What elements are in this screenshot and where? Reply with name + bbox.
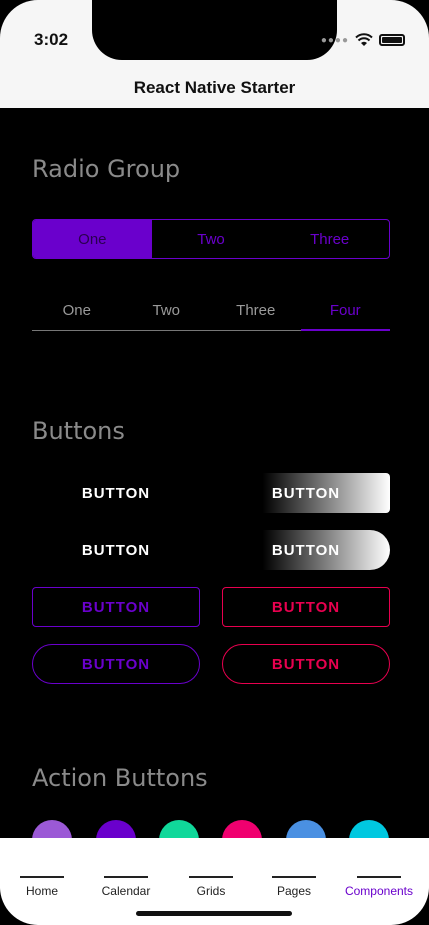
tabbar-item-pages[interactable]: Pages <box>254 838 334 898</box>
plain-button[interactable]: BUTTON <box>32 473 200 513</box>
underline-tabs: One Two Three Four <box>32 291 390 331</box>
status-time: 3:02 <box>34 30 69 49</box>
outline-purple-rounded-button[interactable]: BUTTON <box>32 644 200 684</box>
tabbar-item-home[interactable]: Home <box>2 838 82 898</box>
page-title: React Native Starter <box>133 78 296 97</box>
signal-icon: ●●●● <box>320 34 349 46</box>
nav-header: 3:02 ●●●● React Native Starter <box>0 0 429 108</box>
segment-two[interactable]: Two <box>152 220 271 258</box>
segment-one[interactable]: One <box>33 220 152 258</box>
status-icons: ●●●● <box>321 33 405 47</box>
tabbar-label-calendar: Calendar <box>101 884 151 898</box>
tabbar-label-grids: Grids <box>196 884 226 898</box>
tabbar-label-pages: Pages <box>276 884 312 898</box>
home-icon <box>20 876 64 878</box>
tab-four[interactable]: Four <box>300 291 391 331</box>
tab-two[interactable]: Two <box>122 291 212 330</box>
wifi-icon <box>355 33 373 46</box>
calendar-icon <box>104 876 148 878</box>
battery-icon <box>379 34 405 46</box>
components-icon <box>357 876 401 878</box>
gradient-button[interactable]: BUTTON <box>222 473 390 513</box>
outline-red-rounded-button[interactable]: BUTTON <box>222 644 390 684</box>
outline-red-button[interactable]: BUTTON <box>222 587 390 627</box>
plain-rounded-button[interactable]: BUTTON <box>32 530 200 570</box>
pages-icon <box>272 876 316 878</box>
tab-one[interactable]: One <box>32 291 122 330</box>
gradient-rounded-button[interactable]: BUTTON <box>222 530 390 570</box>
segmented-control: One Two Three <box>32 219 390 259</box>
tabbar-item-grids[interactable]: Grids <box>171 838 251 898</box>
device-notch <box>92 0 337 60</box>
segment-three[interactable]: Three <box>270 220 389 258</box>
radio-group-title: Radio Group <box>32 155 181 183</box>
grids-icon <box>189 876 233 878</box>
tabbar-item-calendar[interactable]: Calendar <box>86 838 166 898</box>
home-indicator[interactable] <box>136 911 292 916</box>
outline-purple-button[interactable]: BUTTON <box>32 587 200 627</box>
buttons-title: Buttons <box>32 417 125 445</box>
tabbar-label-home: Home <box>25 884 58 898</box>
phone-screen: 3:02 ●●●● React Native Starter Radio Gro… <box>0 0 429 925</box>
tabbar-label-components: Components <box>344 884 414 898</box>
tabbar-item-components[interactable]: Components <box>339 838 419 898</box>
tab-three[interactable]: Three <box>211 291 301 330</box>
action-buttons-title: Action Buttons <box>32 764 208 792</box>
